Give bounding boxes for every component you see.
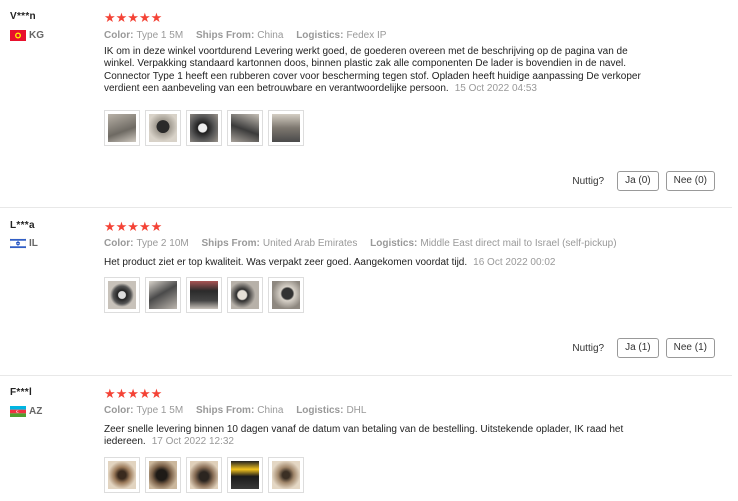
review-meta: Color: Type 1 5M Ships From: China Logisti… [104, 405, 376, 416]
review-photo[interactable] [227, 457, 263, 493]
ships-from-label: Ships From: [195, 405, 255, 416]
logistics-value: DHL [346, 405, 367, 416]
review-photo[interactable] [145, 457, 181, 493]
review-body: Het product ziet er top kwaliteit. Was v… [104, 257, 468, 268]
azerbaijan-flag-icon [10, 406, 26, 417]
ships-from-value: China [257, 405, 284, 416]
review-photo[interactable] [227, 277, 263, 313]
ships-from-label: Ships From: [195, 30, 255, 41]
review-meta: Color: Type 2 10M Ships From: United Arab … [104, 238, 627, 249]
review-divider [0, 207, 732, 208]
review-text: Het product ziet er top kwaliteit. Was v… [104, 257, 652, 269]
review-photo[interactable] [186, 277, 222, 313]
review-photo[interactable] [227, 110, 263, 146]
review-divider [0, 375, 732, 376]
review-photo[interactable] [268, 457, 304, 493]
logistics-value: Fedex IP [346, 30, 387, 41]
star-rating: ★★★★★ [104, 219, 163, 234]
reviewer-name: V***n [10, 11, 36, 22]
country-code: IL [29, 238, 38, 249]
review-photo[interactable] [145, 110, 181, 146]
country-code: KG [29, 30, 44, 41]
reviewer-country: IL [10, 238, 38, 249]
kyrgyzstan-flag-icon [10, 30, 26, 41]
color-value: Type 1 5M [136, 405, 184, 416]
country-code: AZ [29, 406, 43, 417]
review-photos [104, 277, 309, 313]
ships-from-label: Ships From: [201, 238, 260, 249]
review-photos [104, 110, 309, 146]
review-date: 17 Oct 2022 12:32 [151, 436, 234, 448]
israel-flag-icon [10, 238, 26, 249]
helpful-yes-button[interactable]: Ja (0) [617, 171, 659, 191]
review-text: IK om in deze winkel voortdurend Leverin… [104, 46, 652, 96]
review-meta: Color: Type 1 5M Ships From: China Logisti… [104, 30, 396, 41]
review-photo[interactable] [145, 277, 181, 313]
ships-from-value: China [257, 30, 284, 41]
helpful-yes-button[interactable]: Ja (1) [617, 338, 659, 358]
review-photo[interactable] [104, 457, 140, 493]
reviewer-name: L***a [10, 220, 35, 231]
star-rating: ★★★★★ [104, 386, 163, 401]
color-value: Type 1 5M [136, 30, 184, 41]
color-label: Color: [104, 238, 134, 249]
review-photo[interactable] [186, 110, 222, 146]
star-rating: ★★★★★ [104, 10, 163, 25]
helpful-vote: Nuttig? Ja (0) Nee (0) [572, 171, 715, 191]
review-photo[interactable] [268, 277, 304, 313]
logistics-label: Logistics: [370, 238, 418, 249]
helpful-vote: Nuttig? Ja (1) Nee (1) [572, 338, 715, 358]
ships-from-value: United Arab Emirates [262, 238, 358, 249]
review-photo[interactable] [268, 110, 304, 146]
reviewer-name: F***l [10, 387, 33, 398]
review-date: 15 Oct 2022 04:53 [454, 83, 537, 95]
review-photo[interactable] [186, 457, 222, 493]
review-body: IK om in deze winkel voortdurend Leverin… [104, 46, 641, 95]
color-value: Type 2 10M [136, 238, 189, 249]
reviewer-country: AZ [10, 406, 42, 417]
color-label: Color: [104, 405, 134, 416]
reviewer-country: KG [10, 30, 44, 41]
review-photo[interactable] [104, 277, 140, 313]
review-date: 16 Oct 2022 00:02 [473, 257, 556, 268]
color-label: Color: [104, 30, 134, 41]
logistics-label: Logistics: [296, 30, 344, 41]
helpful-label: Nuttig? [572, 175, 605, 187]
helpful-no-button[interactable]: Nee (1) [665, 338, 715, 358]
helpful-label: Nuttig? [572, 342, 605, 354]
review-photo[interactable] [104, 110, 140, 146]
review-text: Zeer snelle levering binnen 10 dagen van… [104, 424, 652, 449]
logistics-label: Logistics: [296, 405, 344, 416]
helpful-no-button[interactable]: Nee (0) [665, 171, 715, 191]
logistics-value: Middle East direct mail to Israel (self-… [420, 238, 617, 249]
review-photos [104, 457, 309, 493]
